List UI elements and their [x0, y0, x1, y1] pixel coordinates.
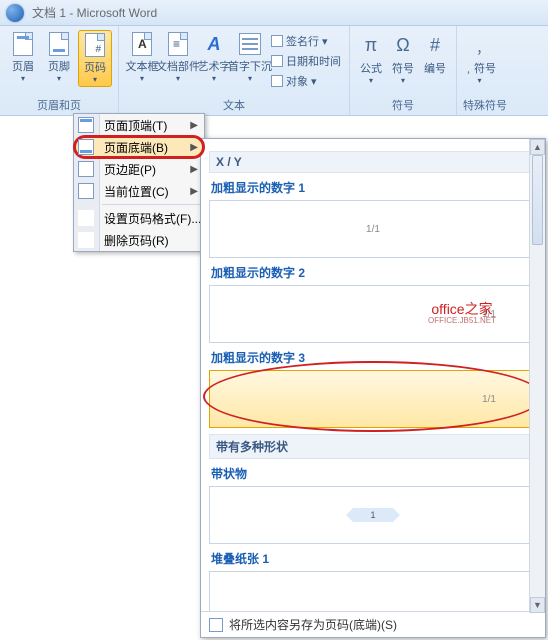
page-footer-icon	[47, 32, 71, 56]
gallery-heading-shapes: 带有多种形状	[209, 434, 537, 459]
remove-icon	[78, 232, 94, 248]
page-top-icon	[78, 117, 94, 133]
quickparts-icon	[166, 32, 190, 56]
scroll-thumb[interactable]	[532, 155, 543, 245]
office-orb-icon[interactable]	[6, 4, 24, 22]
group-label-special: 特殊符号	[463, 97, 507, 113]
page-header-icon	[11, 32, 35, 56]
gallery-body[interactable]: X / Y 加粗显示的数字 1 1/1 加粗显示的数字 2 office之家 O…	[201, 139, 545, 611]
save-icon	[209, 618, 223, 632]
object-button[interactable]: 对象 ▾	[269, 72, 343, 90]
titlebar: 文档 1 - Microsoft Word	[0, 0, 548, 26]
save-selection-label: 将所选内容另存为页码(底端)(S)	[229, 616, 397, 633]
menu-format-page-numbers[interactable]: 设置页码格式(F)...	[74, 207, 204, 229]
chevron-right-icon: ▶	[190, 142, 198, 153]
number-button[interactable]: #	[420, 30, 450, 60]
gallery-preview	[209, 571, 537, 611]
dropcap-icon	[238, 32, 262, 56]
special-symbol-button[interactable]: ﹐	[465, 30, 495, 60]
chevron-right-icon: ▶	[190, 120, 198, 131]
wordart-button[interactable]: A 艺术字 ▾	[197, 30, 231, 85]
page-bottom-icon	[78, 139, 94, 155]
gallery-preview: office之家 OFFICE.JB51.NET 1/1	[209, 285, 537, 343]
header-button[interactable]: 页眉 ▾	[6, 30, 40, 85]
chevron-right-icon: ▶	[190, 186, 198, 197]
menu-remove-page-numbers[interactable]: 删除页码(R)	[74, 229, 204, 251]
group-label-hf: 页眉和页	[6, 97, 112, 113]
equation-button[interactable]: π	[356, 30, 386, 60]
watermark: office之家 OFFICE.JB51.NET	[428, 302, 496, 326]
gallery-item-selected[interactable]: 加粗显示的数字 3 1/1	[209, 343, 537, 428]
gallery-preview: 1/1	[209, 370, 537, 428]
window-title: 文档 1 - Microsoft Word	[32, 4, 157, 21]
gallery-heading-xy: X / Y	[209, 151, 537, 173]
symbol-button[interactable]: Ω	[388, 30, 418, 60]
scroll-up-button[interactable]: ▲	[530, 139, 545, 155]
page-number-icon	[83, 33, 107, 57]
format-icon	[78, 210, 94, 226]
ribbon-shape-icon: 1	[353, 508, 393, 522]
menu-page-margins[interactable]: 页边距(P) ▶	[74, 158, 204, 180]
datetime-button[interactable]: 日期和时间	[269, 52, 343, 70]
page-number-button[interactable]: 页码 ▾	[78, 30, 112, 87]
textbox-icon	[130, 32, 154, 56]
group-text: 文本框 ▾ 文档部件 ▾ A 艺术字 ▾ 首字下沉 ▾ 签名行 ▾ 日期和时间	[119, 26, 350, 115]
group-header-footer: 页眉 ▾ 页脚 ▾ 页码 ▾ 页眉和页	[0, 26, 119, 115]
page-number-menu: 页面顶端(T) ▶ 页面底端(B) ▶ 页边距(P) ▶ 当前位置(C) ▶ 设…	[73, 113, 205, 252]
signature-icon	[271, 35, 283, 47]
quickparts-button[interactable]: 文档部件 ▾	[161, 30, 195, 85]
dropcap-button[interactable]: 首字下沉 ▾	[233, 30, 267, 85]
page-margin-icon	[78, 161, 94, 177]
pi-icon: π	[365, 35, 377, 56]
scroll-down-button[interactable]: ▼	[530, 597, 545, 613]
group-special: ﹐ ﹐符号 ▾ 特殊符号	[457, 26, 513, 115]
hash-icon: #	[430, 35, 440, 56]
group-label-text: 文本	[125, 97, 343, 113]
gallery-item[interactable]: 加粗显示的数字 1 1/1	[209, 173, 537, 258]
gallery-preview: 1	[209, 486, 537, 544]
chevron-right-icon: ▶	[190, 164, 198, 175]
current-pos-icon	[78, 183, 94, 199]
menu-bottom-of-page[interactable]: 页面底端(B) ▶	[74, 136, 204, 158]
object-icon	[271, 75, 283, 87]
menu-divider	[102, 204, 202, 205]
menu-current-position[interactable]: 当前位置(C) ▶	[74, 180, 204, 202]
group-symbols: π 公式 ▾ Ω 符号 ▾ # 编号 符号	[350, 26, 457, 115]
ribbon: 页眉 ▾ 页脚 ▾ 页码 ▾ 页眉和页 文本框 ▾	[0, 26, 548, 116]
menu-top-of-page[interactable]: 页面顶端(T) ▶	[74, 114, 204, 136]
textbox-button[interactable]: 文本框 ▾	[125, 30, 159, 85]
comma-icon: ﹐	[471, 32, 489, 58]
wordart-icon: A	[202, 32, 226, 56]
page-number-gallery: X / Y 加粗显示的数字 1 1/1 加粗显示的数字 2 office之家 O…	[200, 138, 546, 638]
footer-button[interactable]: 页脚 ▾	[42, 30, 76, 85]
datetime-icon	[271, 55, 283, 67]
gallery-item[interactable]: 带状物 1	[209, 459, 537, 544]
omega-icon: Ω	[396, 35, 409, 56]
gallery-item[interactable]: 堆叠纸张 1	[209, 544, 537, 611]
group-label-sym: 符号	[356, 97, 450, 113]
gallery-scrollbar[interactable]: ▲ ▼	[529, 139, 545, 613]
gallery-item[interactable]: 加粗显示的数字 2 office之家 OFFICE.JB51.NET 1/1	[209, 258, 537, 343]
gallery-footer[interactable]: 将所选内容另存为页码(底端)(S)	[201, 611, 545, 637]
scroll-track[interactable]	[530, 155, 545, 597]
gallery-preview: 1/1	[209, 200, 537, 258]
signature-button[interactable]: 签名行 ▾	[269, 32, 343, 50]
